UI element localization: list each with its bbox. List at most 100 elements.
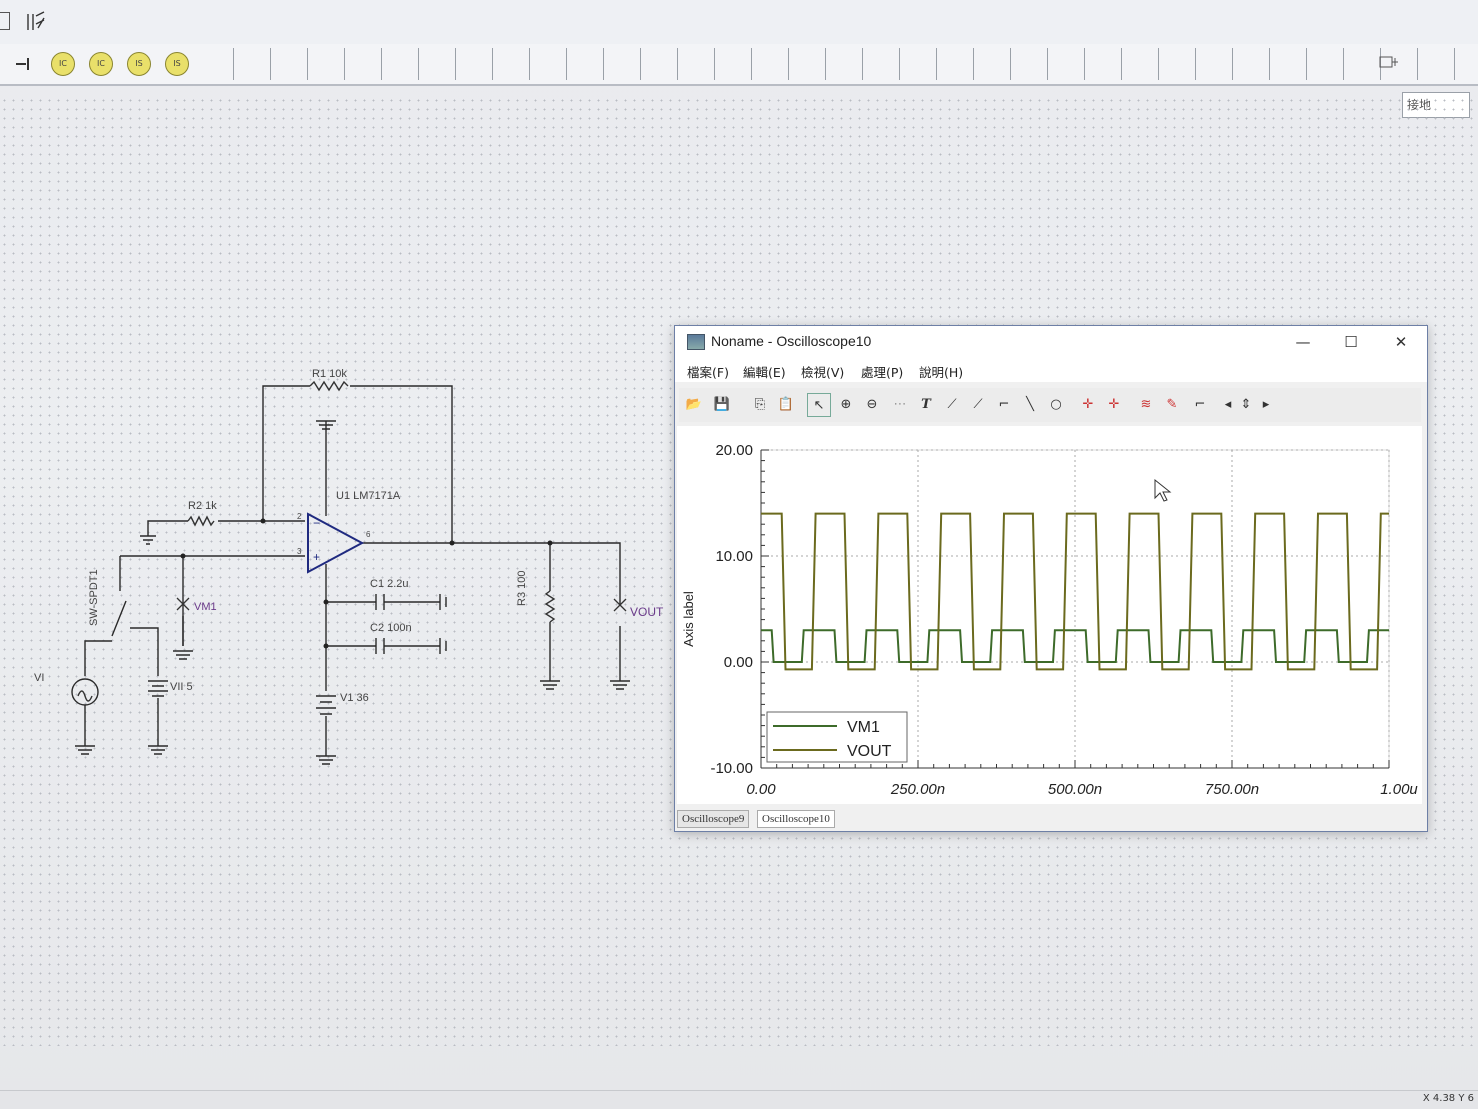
component-slot[interactable] (492, 48, 530, 80)
component-slot[interactable] (418, 48, 456, 80)
cursor-b-icon[interactable]: ✛ (1103, 393, 1125, 415)
x-tick-label: 750.00n (1205, 781, 1259, 798)
r1-label: R1 10k (312, 368, 347, 380)
component-slot[interactable] (344, 48, 382, 80)
menu-view[interactable]: 檢視(V) (801, 362, 844, 381)
save-icon[interactable]: 💾 (711, 393, 733, 415)
u1-label: U1 LM7171A (336, 490, 401, 502)
scope-app-icon (687, 334, 705, 350)
menu-edit[interactable]: 編輯(E) (743, 362, 786, 381)
current-source-plus-icon[interactable]: IC (89, 52, 113, 76)
zoom-in-icon[interactable]: ⊕ (835, 393, 857, 415)
component-slot[interactable] (1121, 48, 1159, 80)
y-tick-label: 0.00 (724, 654, 753, 671)
trace-icon-2[interactable]: ⟋ (967, 393, 989, 415)
component-slot[interactable] (233, 48, 271, 80)
svg-text:+: + (313, 550, 320, 564)
switch-source-icon[interactable]: IS (127, 52, 151, 76)
coordinates-readout: X 4.38 Y 6 (1422, 1093, 1474, 1104)
switch-label: SW-SPDT1 (88, 569, 100, 626)
pin6-label: 6 (366, 530, 371, 539)
cursor-a-icon[interactable]: ✛ (1077, 393, 1099, 415)
component-slot[interactable] (1084, 48, 1122, 80)
x-tick-label: 1.00u (1380, 781, 1418, 798)
vi-label: VI (34, 672, 45, 684)
ground-tool-icon[interactable] (1378, 52, 1400, 72)
slope-icon[interactable]: ⌐ (1189, 393, 1211, 415)
close-button[interactable]: ✕ (1381, 330, 1421, 354)
marker-icon[interactable]: ✎ (1161, 393, 1183, 415)
pin2-label: 2 (297, 512, 302, 521)
component-slot[interactable] (603, 48, 641, 80)
copy-icon[interactable]: ⎘ (749, 393, 771, 415)
c1-label: C1 2.2u (370, 578, 409, 590)
component-slot[interactable] (751, 48, 789, 80)
component-slot[interactable] (1195, 48, 1233, 80)
tab-oscilloscope9[interactable]: Oscilloscope9 (677, 810, 750, 828)
tab-oscilloscope10[interactable]: Oscilloscope10 (757, 810, 835, 828)
paste-icon[interactable]: 📋 (775, 393, 797, 415)
right-arrow-icon[interactable]: ▸ (1255, 393, 1277, 415)
pointer-icon[interactable]: ↖ (807, 393, 831, 417)
component-bar: IC IC IS IS 接地 (0, 44, 1478, 118)
y-tick-label: 10.00 (715, 548, 753, 565)
component-slot[interactable] (825, 48, 863, 80)
component-slot[interactable] (1417, 48, 1455, 80)
minimize-button[interactable]: — (1283, 330, 1323, 354)
wire-tool-icon[interactable] (14, 54, 34, 74)
zoom-out-icon[interactable]: ⊖ (861, 393, 883, 415)
x-tick-label: 250.00n (890, 781, 945, 798)
trace-icon-1[interactable]: ⟋ (941, 393, 963, 415)
text-icon[interactable]: T (915, 393, 937, 415)
menu-file[interactable]: 檔案(F) (687, 362, 729, 381)
component-slot[interactable] (196, 48, 234, 80)
component-slot[interactable] (307, 48, 345, 80)
r3-label: R3 100 (516, 570, 528, 606)
vm1-label: VM1 (194, 601, 217, 613)
component-slot[interactable] (899, 48, 937, 80)
component-slot[interactable] (566, 48, 604, 80)
scope-tabs: Oscilloscope9 Oscilloscope10 (675, 808, 1427, 828)
scope-toolbar: 📂 💾 ⎘ 📋 ↖ ⊕ ⊖ ⋯ T ⟋ ⟋ ⌐ ╲ ○ ✛ ✛ ≋ ✎ ⌐ ◂ … (679, 388, 1421, 422)
component-slot[interactable] (862, 48, 900, 80)
component-slot[interactable] (1047, 48, 1085, 80)
menu-process[interactable]: 處理(P) (861, 362, 903, 381)
component-slot[interactable] (973, 48, 1011, 80)
component-slot[interactable] (936, 48, 974, 80)
component-slot[interactable] (1269, 48, 1307, 80)
component-slot[interactable] (1158, 48, 1196, 80)
pin3-label: 3 (297, 547, 302, 556)
updown-arrow-icon[interactable]: ⇕ (1235, 393, 1257, 415)
grid-icon[interactable]: ⋯ (889, 393, 911, 415)
x-tick-label: 500.00n (1048, 781, 1102, 798)
select-mode-icon[interactable] (0, 12, 10, 30)
scope-plot-area[interactable]: 20.00 10.00 0.00 -10.00 0.00 250.00n 500.00n 75… (677, 426, 1422, 804)
component-slot[interactable] (1306, 48, 1344, 80)
component-slot[interactable] (1232, 48, 1270, 80)
current-source-icon[interactable]: IC (51, 52, 75, 76)
status-bar: X 4.38 Y 6 (0, 1090, 1478, 1109)
oscilloscope-window[interactable]: Noname - Oscilloscope10 — ☐ ✕ 檔案(F) 編輯(E… (674, 325, 1428, 832)
circle-icon[interactable]: ○ (1045, 393, 1067, 415)
component-slot[interactable] (381, 48, 419, 80)
component-slot[interactable] (788, 48, 826, 80)
component-slot[interactable] (677, 48, 715, 80)
switch-source-plus-icon[interactable]: IS (165, 52, 189, 76)
component-slot[interactable] (270, 48, 308, 80)
waveform-chart[interactable]: 20.00 10.00 0.00 -10.00 0.00 250.00n 500.00n 75… (677, 426, 1422, 804)
component-slot[interactable] (714, 48, 752, 80)
maximize-button[interactable]: ☐ (1331, 330, 1371, 354)
component-slot[interactable] (1343, 48, 1381, 80)
switch-component-icon[interactable] (24, 10, 50, 34)
scope-title-bar[interactable]: Noname - Oscilloscope10 — ☐ ✕ (675, 326, 1427, 358)
x-tick-label: 0.00 (746, 781, 776, 798)
component-slot[interactable] (455, 48, 493, 80)
line-icon[interactable]: ╲ (1019, 393, 1041, 415)
waveform-icon[interactable]: ≋ (1135, 393, 1157, 415)
open-icon[interactable]: 📂 (683, 393, 705, 415)
component-slot[interactable] (529, 48, 567, 80)
menu-help[interactable]: 說明(H) (919, 362, 963, 381)
component-slot[interactable] (1010, 48, 1048, 80)
component-slot[interactable] (640, 48, 678, 80)
trace-icon-3[interactable]: ⌐ (993, 393, 1015, 415)
